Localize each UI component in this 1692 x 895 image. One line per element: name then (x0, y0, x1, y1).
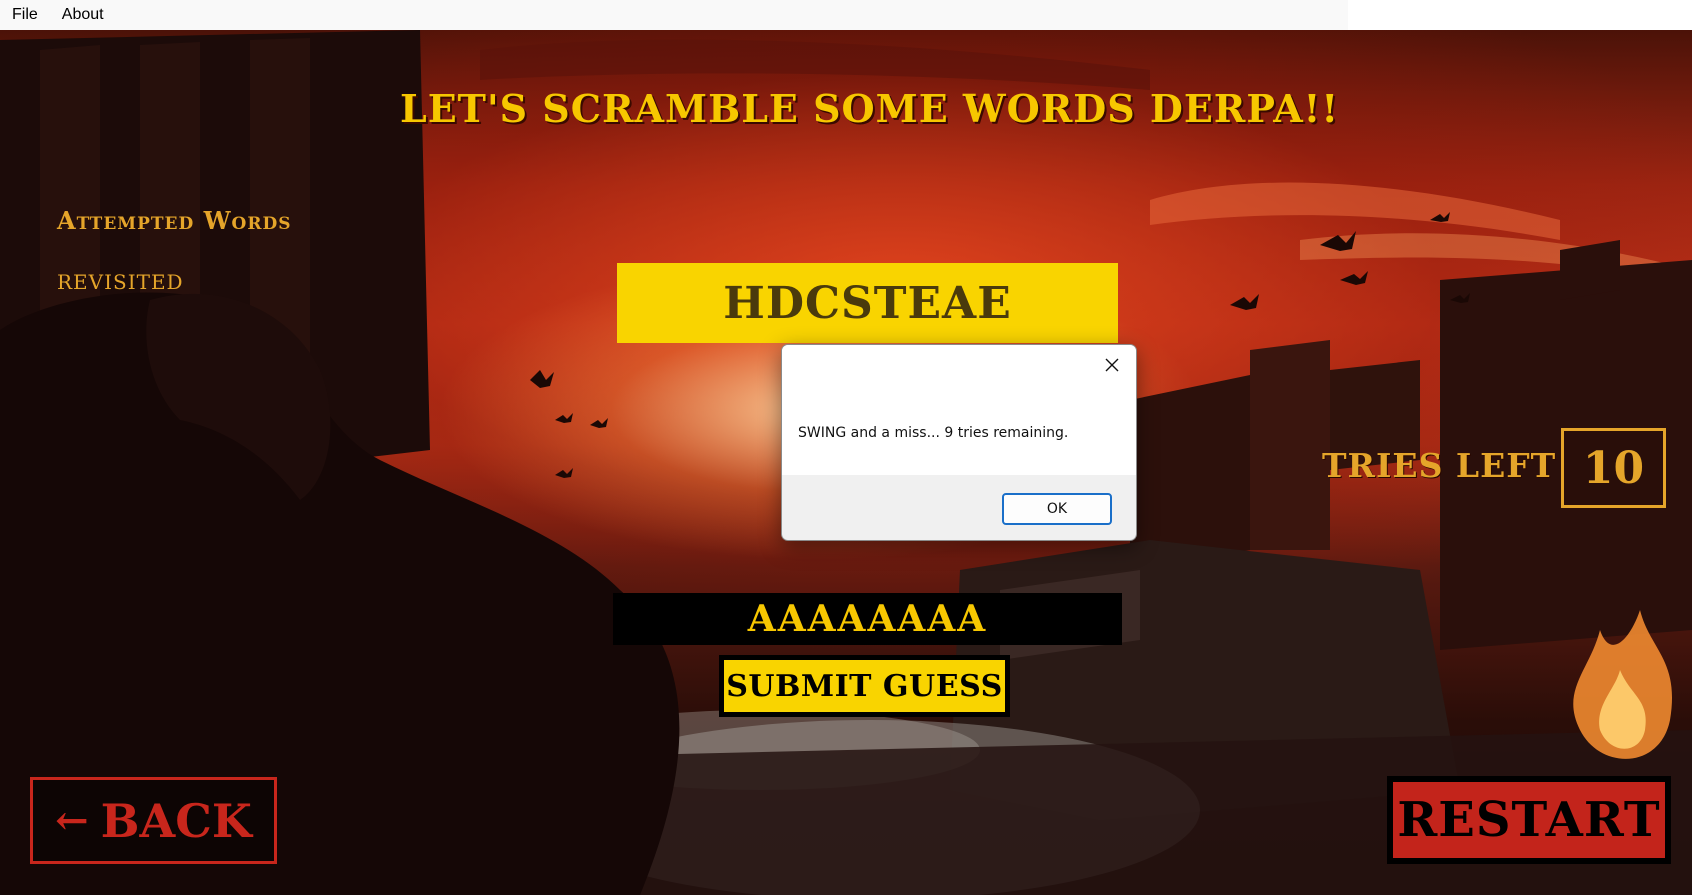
menu-bar-blank (1348, 0, 1692, 30)
attempted-word-item: REVISITED (57, 270, 184, 294)
dialog-content-area (782, 345, 1136, 475)
attempted-words-heading: Attempted Words (57, 206, 292, 235)
message-dialog: SWING and a miss... 9 tries remaining. O… (781, 344, 1137, 541)
submit-guess-button[interactable]: SUBMIT GUESS (719, 655, 1010, 717)
game-title: LET'S SCRAMBLE SOME WORDS DERPA!! (400, 86, 1340, 131)
dialog-message: SWING and a miss... 9 tries remaining. (798, 425, 1069, 441)
close-icon (1105, 358, 1119, 372)
attempted-words-list: REVISITED (57, 270, 184, 294)
scrambled-word: HDCSTEAE (617, 263, 1118, 343)
tries-left-counter: 10 (1561, 428, 1666, 508)
tries-left-label: TRIES LEFT (1322, 446, 1557, 485)
back-button[interactable]: ← BACK (30, 777, 277, 864)
back-arrow-icon: ← (55, 797, 89, 844)
restart-button[interactable]: RESTART (1387, 776, 1671, 864)
dialog-close-button[interactable] (1090, 347, 1134, 383)
menu-about[interactable]: About (50, 0, 116, 30)
dialog-ok-button[interactable]: OK (1002, 493, 1112, 525)
guess-input[interactable] (613, 593, 1122, 645)
menu-bar: File About (0, 0, 1692, 30)
menu-file[interactable]: File (0, 0, 50, 30)
back-button-label: BACK (100, 793, 252, 848)
